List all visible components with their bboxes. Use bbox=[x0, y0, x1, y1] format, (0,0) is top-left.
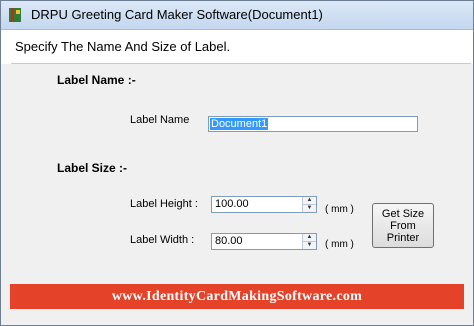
footer-website-link[interactable]: www.IdentityCardMakingSoftware.com bbox=[112, 289, 362, 305]
spin-up-icon[interactable]: ▲ bbox=[303, 234, 316, 242]
label-width-value: 80.00 bbox=[215, 235, 243, 247]
label-name-caption: Label Name bbox=[130, 114, 190, 126]
title-bar[interactable]: DRPU Greeting Card Maker Software(Docume… bbox=[1, 1, 473, 30]
label-height-caption: Label Height : bbox=[130, 198, 198, 210]
app-icon bbox=[9, 8, 21, 22]
get-size-button-label: Get Size From Printer bbox=[381, 207, 425, 244]
spin-up-icon[interactable]: ▲ bbox=[303, 197, 316, 205]
label-width-unit: ( mm ) bbox=[325, 239, 354, 250]
label-name-value: Document1 bbox=[210, 118, 269, 130]
label-height-value: 100.00 bbox=[215, 198, 249, 210]
get-size-from-printer-button[interactable]: Get Size From Printer bbox=[372, 203, 434, 248]
header-instruction: Specify The Name And Size of Label. bbox=[15, 39, 231, 54]
label-name-input[interactable]: Document1 bbox=[208, 116, 418, 132]
header-divider bbox=[11, 63, 471, 64]
label-name-heading: Label Name :- bbox=[57, 73, 136, 87]
footer-banner: www.IdentityCardMakingSoftware.com bbox=[10, 284, 464, 309]
spin-down-icon[interactable]: ▼ bbox=[303, 242, 316, 249]
label-width-spin-buttons[interactable]: ▲ ▼ bbox=[302, 234, 316, 249]
label-size-heading: Label Size :- bbox=[57, 161, 128, 175]
label-width-spinner[interactable]: 80.00 ▲ ▼ bbox=[211, 233, 317, 250]
label-height-spin-buttons[interactable]: ▲ ▼ bbox=[302, 197, 316, 212]
spin-down-icon[interactable]: ▼ bbox=[303, 205, 316, 212]
window-title: DRPU Greeting Card Maker Software(Docume… bbox=[31, 7, 323, 22]
dialog-window: DRPU Greeting Card Maker Software(Docume… bbox=[0, 0, 474, 326]
label-height-spinner[interactable]: 100.00 ▲ ▼ bbox=[211, 196, 317, 213]
label-width-caption: Label Width : bbox=[130, 234, 195, 246]
label-height-unit: ( mm ) bbox=[325, 204, 354, 215]
